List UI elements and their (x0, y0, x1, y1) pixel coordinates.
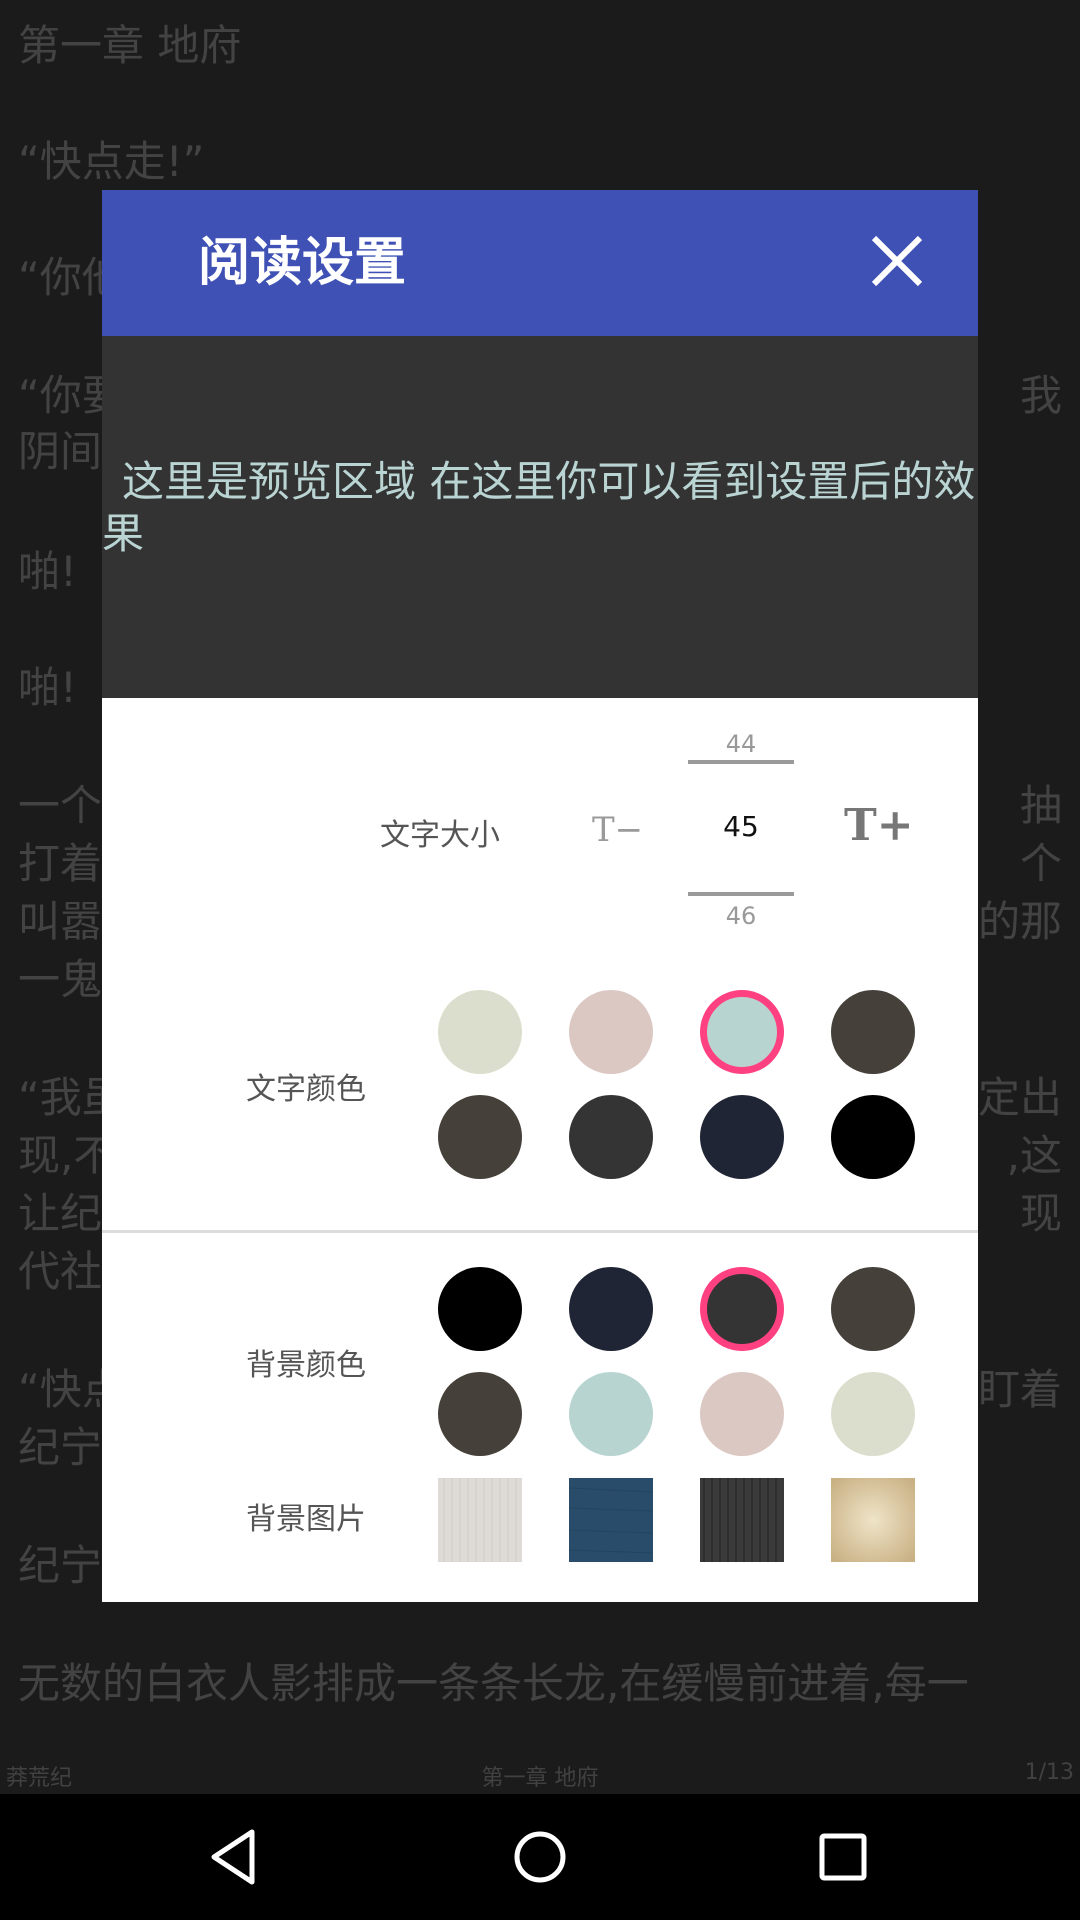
font-size-next[interactable]: 46 (688, 902, 794, 930)
bg-image-light-paper[interactable] (438, 1478, 522, 1562)
text-color-swatch[interactable] (831, 990, 915, 1074)
bg-color-swatch[interactable] (438, 1372, 522, 1456)
recents-square-icon[interactable] (808, 1822, 878, 1892)
text-color-swatch[interactable] (569, 1095, 653, 1179)
bg-color-swatch[interactable] (831, 1267, 915, 1351)
text-color-swatch[interactable] (438, 990, 522, 1074)
preview-text: 这里是预览区域 在这里你可以看到设置后的效果 (102, 457, 976, 558)
bg-color-swatch[interactable] (569, 1267, 653, 1351)
text-color-swatch[interactable] (831, 1095, 915, 1179)
font-size-prev[interactable]: 44 (688, 730, 794, 758)
dialog-header: 阅读设置 (102, 190, 978, 336)
close-button[interactable] (866, 230, 928, 292)
home-circle-icon[interactable] (505, 1822, 575, 1892)
preview-area: 这里是预览区域 在这里你可以看到设置后的效果 (102, 336, 978, 698)
text-color-swatch[interactable] (569, 990, 653, 1074)
text-color-swatch[interactable] (438, 1095, 522, 1179)
text-color-swatch[interactable] (700, 990, 784, 1074)
decrease-font-button[interactable]: T− (592, 810, 643, 850)
back-triangle-icon[interactable] (200, 1822, 270, 1892)
text-size-label: 文字大小 (380, 818, 500, 853)
picker-divider-top (688, 760, 794, 764)
bg-image-dark-stripe[interactable] (700, 1478, 784, 1562)
system-nav-bar (0, 1794, 1080, 1920)
text-color-label: 文字颜色 (246, 1072, 366, 1107)
close-icon (871, 235, 923, 287)
dialog-title: 阅读设置 (198, 233, 407, 293)
bg-color-swatch[interactable] (438, 1267, 522, 1351)
bg-color-label: 背景颜色 (246, 1348, 366, 1383)
bg-color-swatch[interactable] (700, 1372, 784, 1456)
bg-color-swatch[interactable] (569, 1372, 653, 1456)
text-color-swatch[interactable] (700, 1095, 784, 1179)
bg-color-swatch[interactable] (831, 1372, 915, 1456)
bg-color-swatch[interactable] (700, 1267, 784, 1351)
picker-divider-bottom (688, 892, 794, 896)
reading-settings-dialog: 阅读设置 这里是预览区域 在这里你可以看到设置后的效果 文字大小 T− 44 4… (102, 190, 978, 1602)
bg-image-blue-fabric[interactable] (569, 1478, 653, 1562)
section-divider (102, 1230, 978, 1233)
font-size-value[interactable]: 45 (688, 810, 794, 843)
bg-image-label: 背景图片 (246, 1502, 366, 1537)
increase-font-button[interactable]: T+ (844, 800, 914, 851)
bg-image-old-paper[interactable] (831, 1478, 915, 1562)
